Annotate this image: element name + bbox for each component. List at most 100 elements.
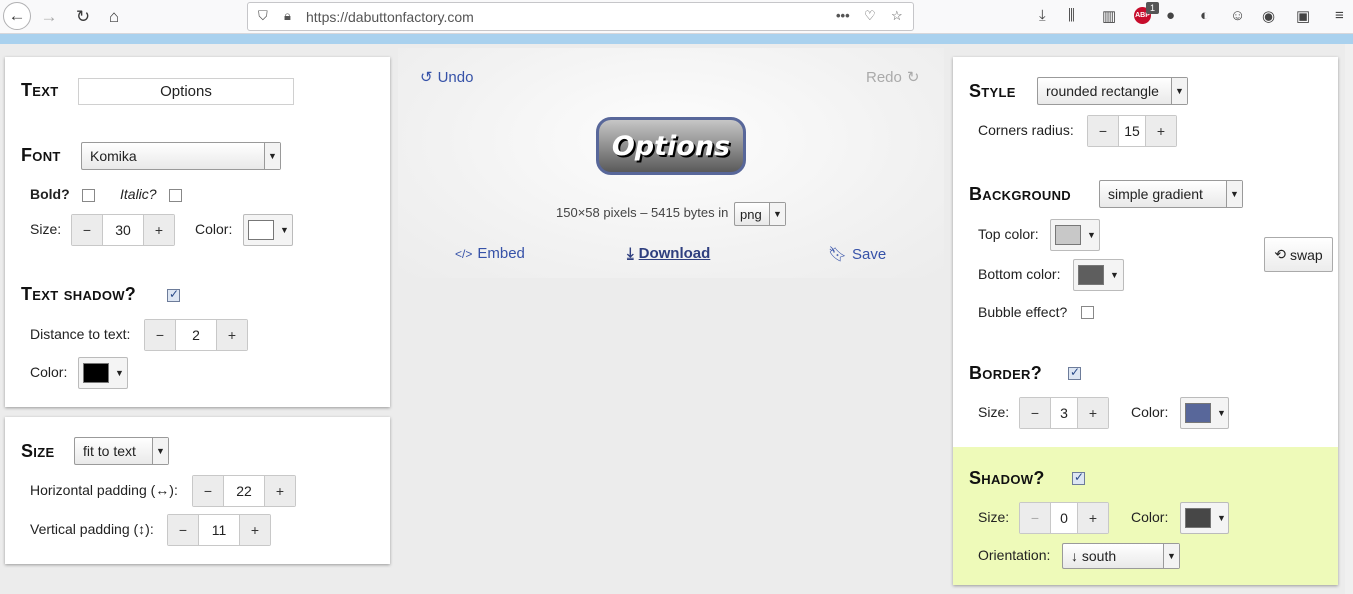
top-color-picker[interactable]: ▼: [1050, 219, 1100, 251]
save-link[interactable]: 🔖︎ Save: [828, 245, 886, 264]
increment-button[interactable]: +: [144, 215, 174, 245]
increment-button[interactable]: +: [217, 320, 247, 350]
font-color-label: Color:: [195, 221, 233, 237]
forward-icon[interactable]: →: [36, 4, 62, 30]
border-size-value[interactable]: 3: [1050, 398, 1078, 428]
style-value: rounded rectangle: [1046, 83, 1159, 99]
increment-button[interactable]: +: [1078, 398, 1108, 428]
font-size-stepper[interactable]: − 30 +: [71, 214, 175, 246]
font-select-value: Komika: [90, 148, 137, 164]
border-color-picker[interactable]: ▼: [1180, 397, 1229, 429]
decrement-button[interactable]: −: [72, 215, 102, 245]
shadow-size-stepper[interactable]: − 0 +: [1019, 502, 1109, 534]
distance-value[interactable]: 2: [175, 320, 217, 350]
text-shadow-checkbox[interactable]: [167, 287, 180, 302]
size-panel: Size fit to text ▼ Horizontal padding (↔…: [5, 417, 390, 564]
orientation-label: Orientation:: [978, 547, 1051, 563]
v-padding-value[interactable]: 11: [198, 515, 240, 545]
decrement-button[interactable]: −: [168, 515, 198, 545]
italic-checkbox[interactable]: [169, 189, 182, 202]
redo-link[interactable]: Redo ↻: [866, 68, 920, 87]
decrement-button[interactable]: −: [1020, 503, 1050, 533]
style-select[interactable]: rounded rectangle ▼: [1037, 77, 1188, 105]
corners-stepper[interactable]: − 15 +: [1087, 115, 1177, 147]
v-padding-stepper[interactable]: − 11 +: [167, 514, 271, 546]
embed-label: Embed: [477, 245, 525, 262]
style-heading: Style: [969, 81, 1016, 101]
font-color-picker[interactable]: ▼: [243, 214, 293, 246]
pocket-icon[interactable]: ♡: [864, 8, 876, 24]
lock-icon[interactable]: 🔒︎: [284, 8, 291, 24]
chevron-down-icon: ▼: [1217, 513, 1226, 523]
extension-icon[interactable]: ●: [1166, 7, 1175, 24]
sidebar-icon[interactable]: ▥: [1102, 7, 1116, 25]
orientation-select[interactable]: ↓ south ▼: [1062, 543, 1180, 569]
code-icon: </>: [455, 246, 473, 261]
border-color-label: Color:: [1131, 404, 1169, 420]
back-icon[interactable]: ←: [3, 2, 31, 30]
bottom-color-swatch: [1078, 265, 1104, 285]
more-icon[interactable]: •••: [836, 8, 850, 23]
top-color-label: Top color:: [978, 226, 1039, 242]
size-mode-select[interactable]: fit to text ▼: [74, 437, 169, 465]
decrement-button[interactable]: −: [1020, 398, 1050, 428]
increment-button[interactable]: +: [240, 515, 270, 545]
chevron-down-icon: ▼: [280, 225, 289, 235]
decrement-button[interactable]: −: [145, 320, 175, 350]
font-heading: Font: [21, 145, 61, 165]
scrollbar[interactable]: [1345, 44, 1353, 594]
border-size-stepper[interactable]: − 3 +: [1019, 397, 1109, 429]
swap-button[interactable]: ⟲ swap: [1264, 237, 1333, 272]
undo-link[interactable]: ↺ Undo: [420, 68, 473, 87]
text-shadow-heading: Text shadow?: [21, 284, 137, 304]
home-icon[interactable]: ⌂: [101, 4, 127, 30]
library-icon[interactable]: ⫼: [1068, 7, 1075, 24]
url-text[interactable]: https://dabuttonfactory.com: [306, 9, 474, 25]
download-icon[interactable]: ⤓: [1039, 7, 1046, 24]
decrement-button[interactable]: −: [1088, 116, 1118, 146]
button-text-input[interactable]: Options: [78, 78, 294, 105]
bottom-color-picker[interactable]: ▼: [1073, 259, 1124, 291]
font-select[interactable]: Komika ▼: [81, 142, 281, 170]
account-icon[interactable]: ◉: [1262, 7, 1275, 25]
bubble-checkbox[interactable]: [1081, 306, 1094, 319]
url-bar[interactable]: ⛉ 🔒︎ https://dabuttonfactory.com ••• ♡ ☆: [247, 2, 914, 31]
text-shadow-color-swatch: [83, 363, 109, 383]
format-select[interactable]: png ▼: [734, 202, 786, 226]
shadow-checkbox[interactable]: [1072, 470, 1085, 485]
corners-value[interactable]: 15: [1118, 116, 1146, 146]
shadow-size-value[interactable]: 0: [1050, 503, 1078, 533]
increment-button[interactable]: +: [265, 476, 295, 506]
download-link[interactable]: ⤓ Download: [627, 245, 710, 262]
background-select[interactable]: simple gradient ▼: [1099, 180, 1243, 208]
bold-checkbox[interactable]: [82, 189, 95, 202]
image-info-text: 150×58 pixels – 5415 bytes in: [556, 205, 729, 220]
emoji-icon[interactable]: ☺: [1230, 7, 1245, 24]
shadow-color-picker[interactable]: ▼: [1180, 502, 1229, 534]
embed-link[interactable]: </> Embed: [455, 245, 525, 262]
swap-icon: ⟲: [1274, 246, 1287, 262]
font-size-value[interactable]: 30: [102, 215, 144, 245]
chevron-down-icon: ▼: [1226, 181, 1242, 207]
firefox-sync-icon[interactable]: ◐: [1200, 7, 1209, 24]
increment-button[interactable]: +: [1078, 503, 1108, 533]
font-color-swatch: [248, 220, 274, 240]
redo-icon: ↻: [906, 69, 920, 86]
h-padding-label: Horizontal padding (↔):: [30, 482, 178, 498]
text-shadow-color-picker[interactable]: ▼: [78, 357, 128, 389]
bookmark-star-icon[interactable]: ☆: [891, 8, 903, 24]
increment-button[interactable]: +: [1146, 116, 1176, 146]
border-checkbox[interactable]: [1068, 365, 1081, 380]
container-icon[interactable]: ▣: [1296, 7, 1310, 25]
page-header-strip: [0, 34, 1353, 44]
menu-icon[interactable]: ≡: [1335, 7, 1344, 24]
reload-icon[interactable]: ↻: [70, 4, 96, 30]
h-padding-value[interactable]: 22: [223, 476, 265, 506]
shadow-size-label: Size:: [978, 509, 1010, 525]
italic-label: Italic?: [120, 186, 157, 202]
distance-stepper[interactable]: − 2 +: [144, 319, 248, 351]
decrement-button[interactable]: −: [193, 476, 223, 506]
h-padding-stepper[interactable]: − 22 +: [192, 475, 296, 507]
shield-icon[interactable]: ⛉: [258, 8, 268, 24]
orientation-value: ↓ south: [1071, 548, 1117, 564]
